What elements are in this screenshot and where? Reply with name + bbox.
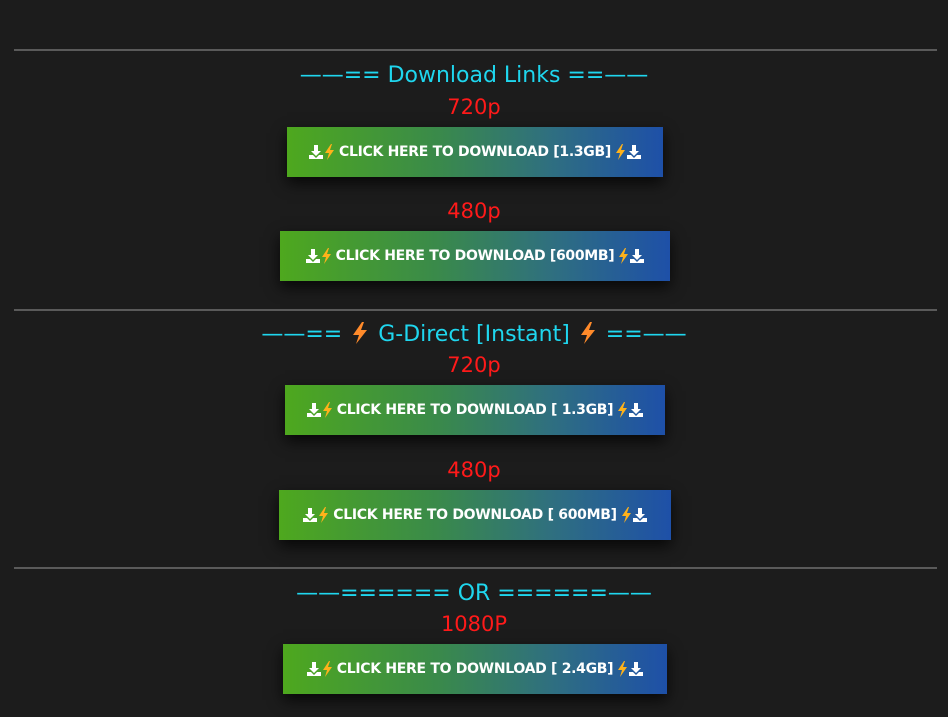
download-button-720p[interactable]: CLICK HERE TO DOWNLOAD [1.3GB]	[287, 127, 663, 177]
quality-label-1080p: 1080P	[440, 612, 508, 636]
g-direct-title: G-Direct [Instant]	[378, 322, 570, 347]
download-icon	[306, 662, 321, 676]
quality-label-480p: 480p	[447, 458, 501, 482]
download-button-720p-gdirect[interactable]: CLICK HERE TO DOWNLOAD [ 1.3GB]	[285, 385, 665, 435]
quality-label-480p: 480p	[447, 199, 501, 223]
download-button-label: CLICK HERE TO DOWNLOAD [1.3GB]	[339, 144, 611, 160]
lightning-bolt-icon	[615, 144, 625, 160]
download-button-label: CLICK HERE TO DOWNLOAD [600MB]	[335, 248, 615, 264]
download-links-heading: ——== Download Links ==——	[299, 63, 649, 88]
lightning-bolt-icon	[321, 248, 331, 264]
download-button-480p[interactable]: CLICK HERE TO DOWNLOAD [600MB]	[280, 231, 670, 281]
download-icon	[309, 145, 324, 159]
g-direct-heading: ——== G-Direct [Instant] ==——	[0, 321, 948, 349]
download-icon	[303, 508, 318, 522]
quality-label-720p: 720p	[447, 95, 501, 119]
section-divider	[14, 49, 937, 51]
lightning-bolt-icon	[322, 661, 332, 677]
section-divider	[14, 567, 937, 569]
heading-dashes-left: ——==	[261, 322, 343, 347]
download-button-label: CLICK HERE TO DOWNLOAD [ 1.3GB]	[336, 402, 614, 418]
quality-label-720p: 720p	[447, 353, 501, 377]
download-button-label: CLICK HERE TO DOWNLOAD [ 2.4GB]	[336, 661, 614, 677]
lightning-bolt-icon	[619, 248, 629, 264]
lightning-bolt-icon	[618, 661, 628, 677]
lightning-bolt-icon	[621, 507, 631, 523]
lightning-bolt-icon	[319, 507, 329, 523]
lightning-bolt-icon	[353, 322, 368, 344]
download-page: ——== Download Links ==—— 720p CLICK HERE…	[0, 0, 948, 717]
lightning-bolt-icon	[322, 402, 332, 418]
heading-dashes-right: ==——	[605, 322, 687, 347]
download-icon	[306, 403, 321, 417]
download-icon	[630, 249, 645, 263]
download-button-480p-gdirect[interactable]: CLICK HERE TO DOWNLOAD [ 600MB]	[279, 490, 671, 540]
download-button-label: CLICK HERE TO DOWNLOAD [ 600MB]	[333, 507, 617, 523]
download-icon	[626, 145, 641, 159]
download-icon	[629, 662, 644, 676]
or-heading: ——====== OR ======——	[296, 581, 652, 606]
section-divider	[14, 309, 937, 311]
download-icon	[305, 249, 320, 263]
download-icon	[632, 508, 647, 522]
lightning-bolt-icon	[325, 144, 335, 160]
download-icon	[629, 403, 644, 417]
lightning-bolt-icon	[580, 322, 595, 344]
download-button-1080p[interactable]: CLICK HERE TO DOWNLOAD [ 2.4GB]	[283, 644, 667, 694]
lightning-bolt-icon	[618, 402, 628, 418]
